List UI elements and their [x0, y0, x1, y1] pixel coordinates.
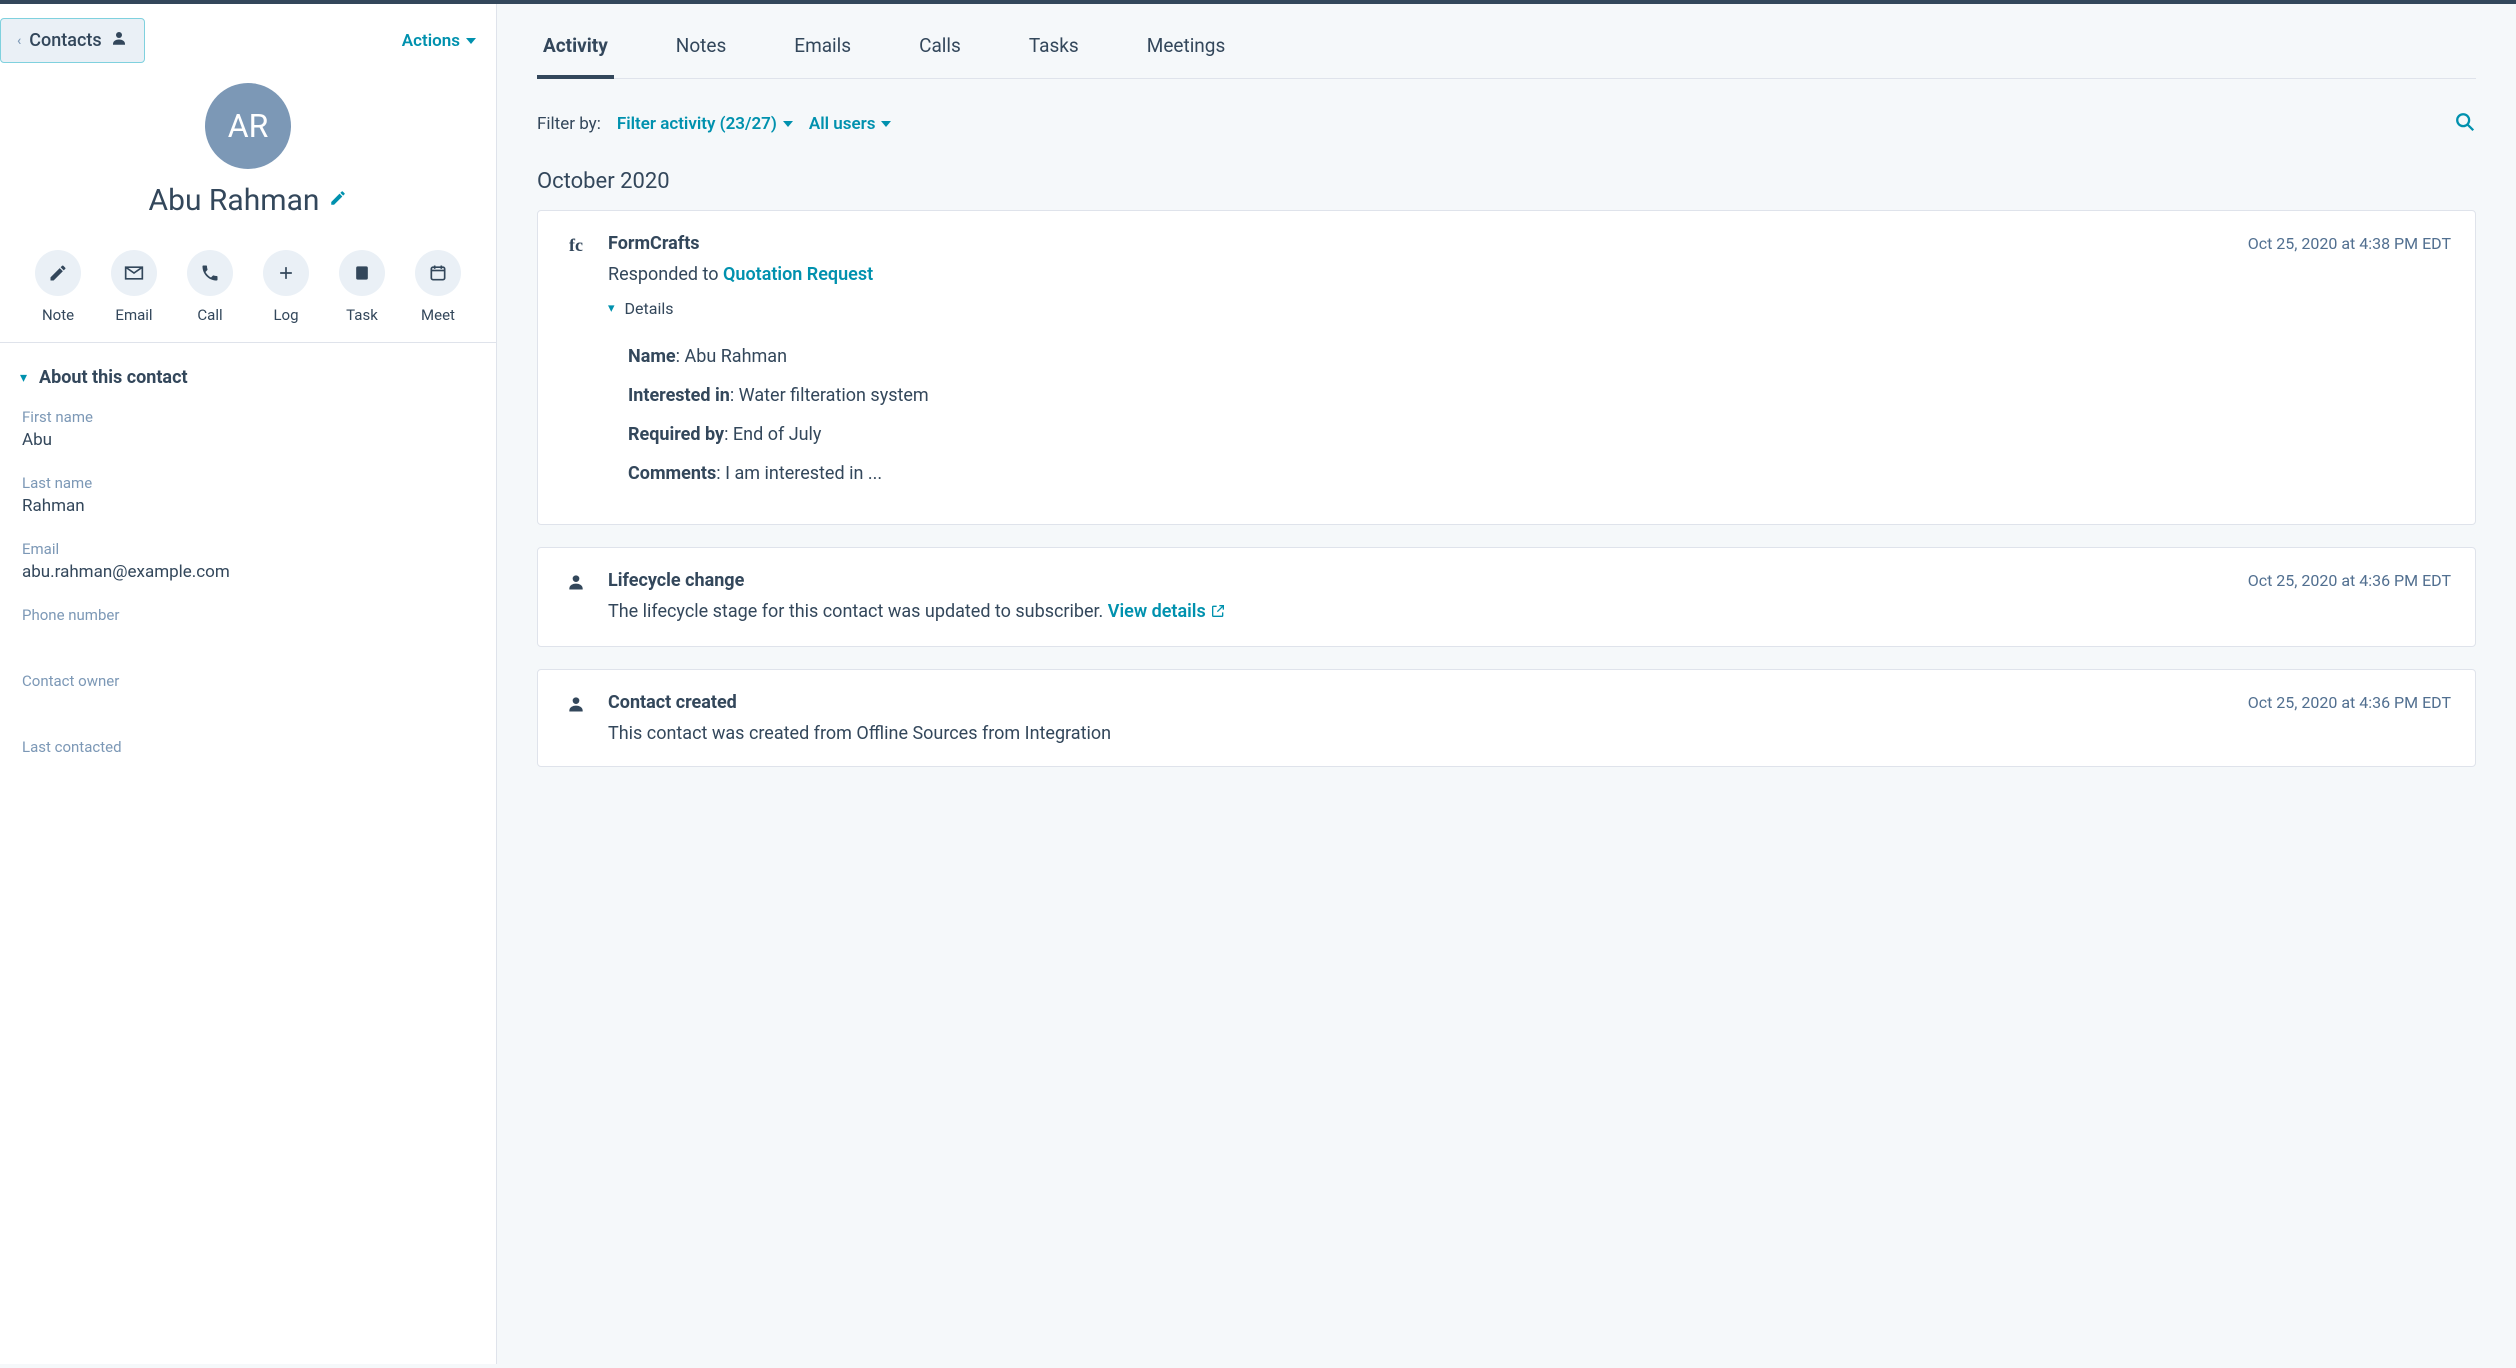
person-icon: [562, 570, 590, 624]
tab-meetings[interactable]: Meetings: [1141, 24, 1232, 78]
card-timestamp: Oct 25, 2020 at 4:38 PM EDT: [2248, 234, 2451, 253]
filter-row: Filter by: Filter activity (23/27) All u…: [537, 93, 2476, 147]
card-timestamp: Oct 25, 2020 at 4:36 PM EDT: [2248, 571, 2451, 590]
details-toggle[interactable]: ▾ Details: [608, 299, 674, 318]
field-first-name[interactable]: First name Abu: [22, 408, 474, 450]
chevron-down-icon: ▾: [20, 370, 27, 386]
field-phone[interactable]: Phone number: [22, 606, 474, 648]
lifecycle-text: The lifecycle stage for this contact was…: [608, 601, 2451, 624]
calendar-icon: [415, 250, 461, 296]
tab-calls[interactable]: Calls: [913, 24, 967, 78]
filter-label: Filter by:: [537, 114, 601, 134]
left-header: ‹ Contacts Actions: [0, 4, 496, 77]
activity-card-created: Contact created Oct 25, 2020 at 4:36 PM …: [537, 669, 2476, 767]
right-panel: Activity Notes Emails Calls Tasks Meetin…: [497, 4, 2516, 1364]
view-details-link[interactable]: View details: [1108, 601, 1226, 622]
detail-name: Name: Abu Rahman: [628, 346, 2451, 367]
avatar-block: AR Abu Rahman: [0, 77, 496, 228]
card-title: Contact created: [608, 692, 737, 713]
tab-tasks[interactable]: Tasks: [1023, 24, 1085, 78]
email-button[interactable]: Email: [111, 250, 157, 324]
caret-down-icon: [466, 38, 476, 44]
field-owner[interactable]: Contact owner: [22, 672, 474, 714]
actions-dropdown[interactable]: Actions: [402, 31, 476, 51]
tab-emails[interactable]: Emails: [788, 24, 857, 78]
filter-users-dropdown[interactable]: All users: [809, 114, 892, 134]
meet-button[interactable]: Meet: [415, 250, 461, 324]
quotation-link[interactable]: Quotation Request: [723, 264, 873, 285]
person-icon: [110, 29, 128, 52]
details-list: Name: Abu Rahman Interested in: Water fi…: [608, 346, 2451, 484]
left-panel: ‹ Contacts Actions AR Abu Rahman: [0, 4, 497, 1364]
contacts-label: Contacts: [29, 30, 101, 51]
contacts-back-button[interactable]: ‹ Contacts: [0, 18, 145, 63]
avatar[interactable]: AR: [205, 83, 291, 169]
tabs: Activity Notes Emails Calls Tasks Meetin…: [537, 4, 2476, 79]
activity-card-lifecycle: Lifecycle change Oct 25, 2020 at 4:36 PM…: [537, 547, 2476, 647]
task-icon: [339, 250, 385, 296]
plus-icon: [263, 250, 309, 296]
log-button[interactable]: Log: [263, 250, 309, 324]
formcrafts-icon: fc: [569, 235, 583, 502]
tab-notes[interactable]: Notes: [670, 24, 733, 78]
field-list: First name Abu Last name Rahman Email ab…: [0, 400, 496, 804]
task-button[interactable]: Task: [339, 250, 385, 324]
caret-down-icon: [881, 121, 891, 127]
edit-name-button[interactable]: [329, 189, 347, 212]
field-last-name[interactable]: Last name Rahman: [22, 474, 474, 516]
card-title: Lifecycle change: [608, 570, 744, 591]
caret-down-icon: [783, 121, 793, 127]
card-title: FormCrafts: [608, 233, 700, 254]
email-icon: [111, 250, 157, 296]
call-button[interactable]: Call: [187, 250, 233, 324]
note-icon: [35, 250, 81, 296]
field-last-contacted[interactable]: Last contacted: [22, 738, 474, 780]
note-button[interactable]: Note: [35, 250, 81, 324]
external-link-icon: [1210, 603, 1226, 624]
about-section-toggle[interactable]: ▾ About this contact: [0, 343, 496, 400]
detail-required: Required by: End of July: [628, 424, 2451, 445]
responded-line: Responded to Quotation Request: [608, 264, 2451, 285]
call-icon: [187, 250, 233, 296]
search-button[interactable]: [2454, 111, 2476, 137]
chevron-down-icon: ▾: [608, 301, 615, 316]
person-icon: [562, 692, 590, 744]
card-timestamp: Oct 25, 2020 at 4:36 PM EDT: [2248, 693, 2451, 712]
contact-name: Abu Rahman: [149, 183, 320, 218]
quick-actions: Note Email Call Log Task Meet: [0, 228, 496, 342]
created-text: This contact was created from Offline So…: [608, 723, 2451, 744]
detail-comments: Comments: I am interested in ...: [628, 463, 2451, 484]
filter-activity-dropdown[interactable]: Filter activity (23/27): [617, 114, 793, 134]
detail-interested: Interested in: Water filteration system: [628, 385, 2451, 406]
chevron-left-icon: ‹: [17, 33, 21, 49]
field-email[interactable]: Email abu.rahman@example.com: [22, 540, 474, 582]
tab-activity[interactable]: Activity: [537, 24, 614, 79]
activity-card-formcrafts: fc FormCrafts Oct 25, 2020 at 4:38 PM ED…: [537, 210, 2476, 525]
month-header: October 2020: [537, 147, 2476, 210]
